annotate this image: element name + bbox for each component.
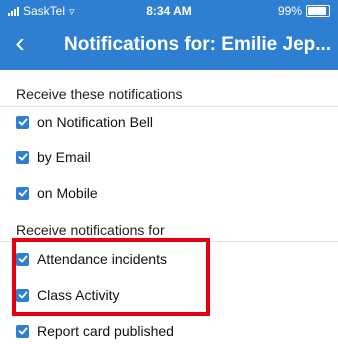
battery-percentage: 99% xyxy=(277,4,302,18)
checkbox-notification-bell[interactable]: on Notification Bell xyxy=(16,114,153,130)
app-header: SaskTel ▿ 8:34 AM 99% ‹ Notifications fo… xyxy=(0,0,338,70)
checkbox-label: on Notification Bell xyxy=(37,114,153,130)
checkbox-label: Report card published xyxy=(37,323,174,339)
chevron-left-icon: ‹ xyxy=(15,27,25,58)
checkbox-checked-icon xyxy=(16,186,29,200)
highlight-box xyxy=(12,238,210,316)
section-heading-receive-for: Receive notifications for xyxy=(16,222,165,238)
battery-group: 99% xyxy=(278,4,330,18)
checkbox-label: on Mobile xyxy=(37,185,98,201)
checkbox-checked-icon xyxy=(16,150,29,164)
checkbox-checked-icon xyxy=(16,115,29,129)
checkbox-by-email[interactable]: by Email xyxy=(16,149,91,165)
checkbox-label: by Email xyxy=(37,149,91,165)
status-bar: SaskTel ▿ 8:34 AM 99% xyxy=(0,0,338,20)
section-heading-receive-these: Receive these notifications xyxy=(16,86,183,102)
page-title: Notifications for: Emilie Jep... xyxy=(64,34,332,55)
checkbox-checked-icon xyxy=(16,324,29,338)
divider xyxy=(0,106,338,107)
battery-icon xyxy=(306,5,330,17)
checkbox-report-card-published[interactable]: Report card published xyxy=(16,323,174,339)
checkbox-on-mobile[interactable]: on Mobile xyxy=(16,185,98,201)
back-button[interactable]: ‹ xyxy=(6,26,34,60)
